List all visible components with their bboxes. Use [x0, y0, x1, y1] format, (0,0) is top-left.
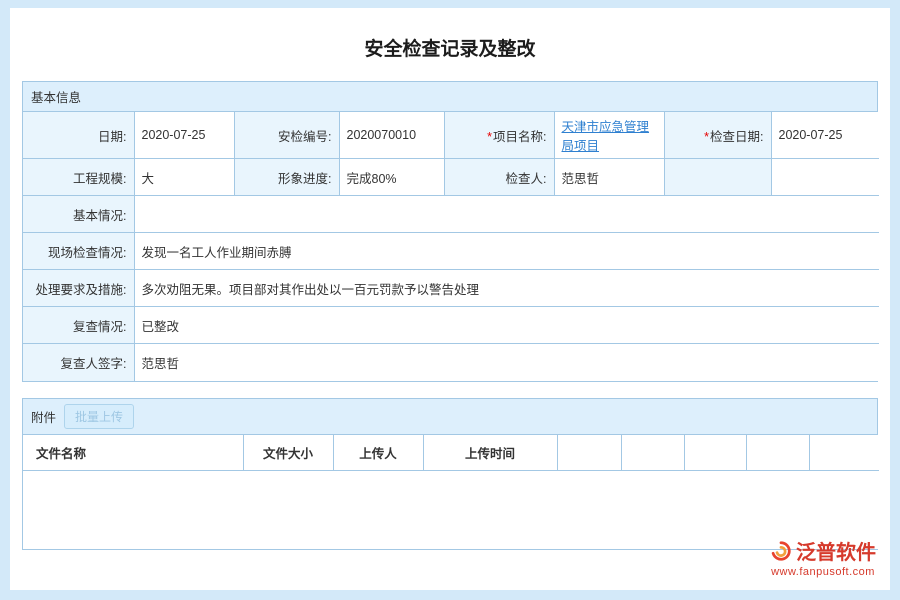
- col-empty: [746, 435, 809, 471]
- brand-name: 泛普软件: [796, 536, 876, 565]
- col-empty: [684, 435, 746, 471]
- site-check-label: 现场检查情况:: [23, 233, 134, 270]
- basic-info-panel: 基本信息 日期: 2020-07-25 安检编号: 2020070010 *项目…: [22, 81, 878, 382]
- inspection-no-label: 安检编号:: [234, 112, 339, 159]
- scale-value: 大: [134, 159, 234, 196]
- attachments-table: 文件名称 文件大小 上传人 上传时间: [23, 435, 879, 549]
- project-name-link[interactable]: 天津市应急管理局项目: [562, 120, 650, 153]
- col-file-size: 文件大小: [243, 435, 333, 471]
- attachments-panel: 附件 批量上传 文件名称 文件大小 上传人 上传时间: [22, 398, 878, 550]
- review-status-value: 已整改: [134, 307, 879, 344]
- col-empty: [557, 435, 621, 471]
- table-row: [23, 471, 879, 549]
- table-row: 处理要求及措施: 多次劝阻无果。项目部对其作出处以一百元罚款予以警告处理: [23, 270, 879, 307]
- attachments-empty-body: [23, 471, 879, 549]
- review-status-label: 复查情况:: [23, 307, 134, 344]
- reviewer-signature-label: 复查人签字:: [23, 344, 134, 381]
- project-name-label-text: 项目名称:: [493, 130, 546, 144]
- footer-logo: 泛普软件 www.fanpusoft.com: [770, 536, 876, 578]
- basic-info-table: 日期: 2020-07-25 安检编号: 2020070010 *项目名称: 天…: [23, 112, 879, 381]
- progress-value: 完成80%: [339, 159, 444, 196]
- handling-requirements-value: 多次劝阻无果。项目部对其作出处以一百元罚款予以警告处理: [134, 270, 879, 307]
- col-file-name: 文件名称: [23, 435, 243, 471]
- site-check-value: 发现一名工人作业期间赤膊: [134, 233, 879, 270]
- attachments-section-header: 附件 批量上传: [23, 399, 877, 435]
- col-upload-time: 上传时间: [423, 435, 557, 471]
- empty-value-cell: [771, 159, 879, 196]
- table-row: 日期: 2020-07-25 安检编号: 2020070010 *项目名称: 天…: [23, 112, 879, 159]
- date-label: 日期:: [23, 112, 134, 159]
- table-header-row: 文件名称 文件大小 上传人 上传时间: [23, 435, 879, 471]
- col-empty: [621, 435, 684, 471]
- attachments-section-title: 附件: [31, 407, 56, 426]
- table-row: 基本情况:: [23, 196, 879, 233]
- reviewer-signature-value: 范思哲: [134, 344, 879, 381]
- project-name-cell: 天津市应急管理局项目: [554, 112, 664, 159]
- brand-website: www.fanpusoft.com: [770, 566, 876, 578]
- col-empty: [809, 435, 879, 471]
- project-name-label: *项目名称:: [444, 112, 554, 159]
- check-date-label-text: 检查日期:: [710, 130, 763, 144]
- inspector-value: 范思哲: [554, 159, 664, 196]
- batch-upload-button[interactable]: 批量上传: [64, 404, 134, 429]
- fanpu-swirl-icon: [770, 540, 792, 562]
- progress-label: 形象进度:: [234, 159, 339, 196]
- basic-situation-value: [134, 196, 879, 233]
- check-date-label: *检查日期:: [664, 112, 771, 159]
- required-mark: *: [487, 130, 492, 144]
- handling-requirements-label: 处理要求及措施:: [23, 270, 134, 307]
- page-content: 安全检查记录及整改 基本信息 日期: 2020-07-25 安检编号: 2020…: [10, 8, 890, 590]
- basic-info-section-header: 基本信息: [23, 82, 877, 112]
- check-date-value: 2020-07-25: [771, 112, 879, 159]
- inspection-no-value: 2020070010: [339, 112, 444, 159]
- table-row: 复查情况: 已整改: [23, 307, 879, 344]
- page-title: 安全检查记录及整改: [10, 34, 890, 61]
- required-mark: *: [704, 130, 709, 144]
- empty-label-cell: [664, 159, 771, 196]
- table-row: 工程规模: 大 形象进度: 完成80% 检查人: 范思哲: [23, 159, 879, 196]
- scale-label: 工程规模:: [23, 159, 134, 196]
- basic-info-section-title: 基本信息: [31, 87, 81, 106]
- inspector-label: 检查人:: [444, 159, 554, 196]
- table-row: 复查人签字: 范思哲: [23, 344, 879, 381]
- basic-situation-label: 基本情况:: [23, 196, 134, 233]
- table-row: 现场检查情况: 发现一名工人作业期间赤膊: [23, 233, 879, 270]
- date-value: 2020-07-25: [134, 112, 234, 159]
- col-uploader: 上传人: [333, 435, 423, 471]
